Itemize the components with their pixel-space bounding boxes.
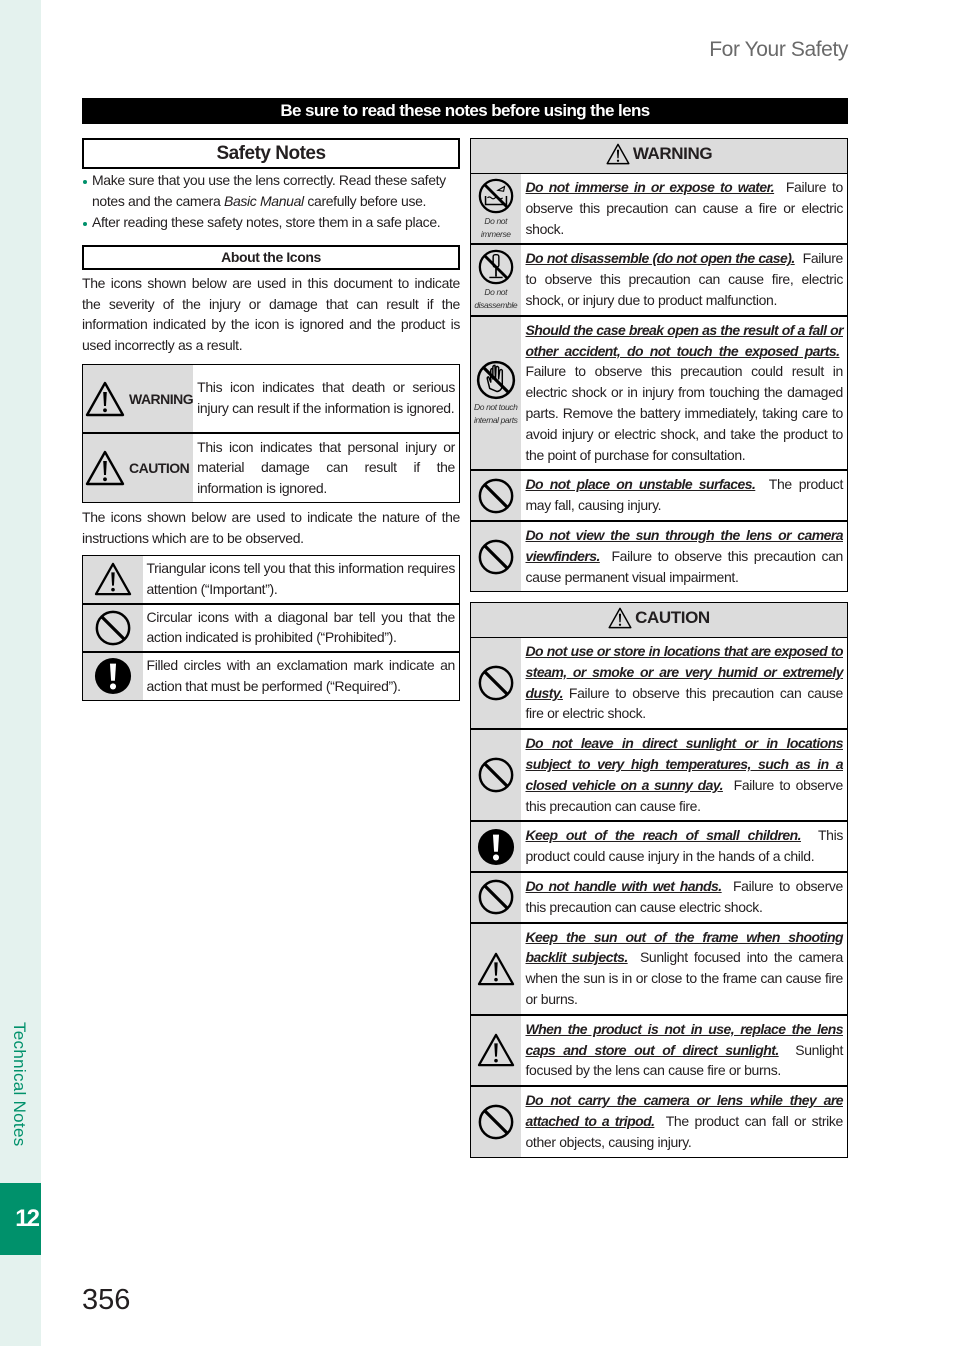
severity-table: WARNING This icon indicates that death o…: [82, 363, 460, 503]
required-icon: [477, 828, 515, 866]
banner-heading: Be sure to read these notes before using…: [82, 98, 848, 124]
icon-legend-row: Circular icons with a diagonal bar tell …: [82, 602, 460, 653]
prohibited-icon: [477, 1103, 515, 1141]
warning-triangle-icon: [85, 381, 125, 417]
page-number: 356: [82, 1284, 131, 1316]
severity-icon-cell: CAUTION: [82, 432, 194, 503]
manual-title: Basic Manual: [223, 193, 304, 209]
warning-text: Failure to observe this precaution could…: [525, 363, 844, 463]
bullet-text: carefully before use.: [303, 193, 427, 209]
caution-triangle-icon: [608, 607, 632, 629]
prohibited-icon: [477, 664, 515, 702]
safety-notes-title: Safety Notes: [82, 138, 460, 169]
icon-legend-row: Triangular icons tell you that this info…: [82, 555, 460, 604]
caution-item: Keep the sun out of the frame when shoot…: [470, 921, 848, 1015]
caution-text: Failure to observe this precaution can c…: [525, 684, 844, 722]
caution-section: CAUTION Do not use or store in locations…: [470, 602, 848, 1158]
prohibited-icon: [477, 878, 515, 916]
warning-table: WARNING Do not immerse Do not immerse in…: [470, 138, 848, 593]
icon-caption: Do not immerse: [480, 215, 511, 239]
prohibited-icon: [477, 477, 515, 515]
caution-item: Keep out of the reach of small children.…: [470, 820, 848, 872]
severity-label: WARNING: [129, 390, 194, 407]
bullet-item: Make sure that you use the lens correctl…: [82, 170, 460, 212]
caution-title: CAUTION: [635, 607, 710, 627]
icon-legend-text: Filled circles with an exclamation mark …: [142, 651, 460, 701]
icon-legend-text: Triangular icons tell you that this info…: [146, 560, 456, 597]
icon-caption: Do not disassemble: [474, 287, 518, 311]
warning-lead: Do not disassemble (do not open the case…: [525, 250, 796, 267]
caution-item: Do not use or store in locations that ar…: [470, 637, 848, 730]
do-not-disassemble-icon: [477, 248, 515, 286]
caution-lead: Do not handle with wet hands.: [525, 877, 723, 894]
severity-label: CAUTION: [129, 460, 190, 477]
caution-header: CAUTION: [470, 602, 848, 638]
bullet-text: After reading these safety notes, store …: [92, 214, 441, 230]
icon-caption: Do not touch internal parts: [473, 402, 518, 426]
instruction-icons-table: Triangular icons tell you that this info…: [82, 555, 460, 701]
safety-bullets: Make sure that you use the lens correctl…: [82, 170, 460, 233]
about-icons-title: About the Icons: [82, 245, 460, 270]
severity-icon-cell: WARNING: [82, 364, 194, 434]
side-tab-label[interactable]: Technical Notes: [9, 1022, 29, 1147]
severity-description: This icon indicates that personal injury…: [193, 432, 460, 503]
severity-row-warning: WARNING This icon indicates that death o…: [82, 364, 460, 434]
running-head: For Your Safety: [709, 38, 848, 61]
warning-lead: Do not immerse in or expose to water.: [525, 179, 775, 195]
severity-row-caution: CAUTION This icon indicates that persona…: [82, 432, 460, 503]
left-column: Safety Notes Make sure that you use the …: [82, 138, 460, 701]
warning-item: Do not view the sun through the lens or …: [470, 519, 848, 592]
about-icons-paragraph: The icons shown below are used in this d…: [82, 275, 460, 354]
prohibited-icon: [477, 756, 515, 794]
warning-title: WARNING: [632, 143, 713, 163]
chapter-number-tab[interactable]: 12: [0, 1183, 41, 1255]
triangle-exclamation-icon: [477, 1033, 515, 1067]
caution-lead: Keep out of the reach of small children.: [525, 827, 802, 844]
caution-item: When the product is not in use, replace …: [470, 1013, 848, 1087]
warning-lead: Should the case break open as the result…: [525, 321, 844, 359]
caution-item: Do not carry the camera or lens while th…: [470, 1085, 848, 1158]
warning-triangle-icon: [606, 143, 630, 165]
caution-item: Do not handle with wet hands. Failure to…: [470, 870, 848, 923]
icon-legend-text: Circular icons with a diagonal bar tell …: [142, 602, 460, 653]
warning-section: WARNING Do not immerse Do not immerse in…: [470, 138, 848, 593]
warning-item: Do not disassemble Do not disassemble (d…: [470, 243, 848, 316]
warning-header: WARNING: [470, 138, 848, 174]
warning-item: Do not immerse Do not immerse in or expo…: [470, 173, 848, 245]
severity-description: This icon indicates that death or seriou…: [197, 379, 455, 417]
icon-legend-row: Filled circles with an exclamation mark …: [82, 651, 460, 701]
prohibited-icon: [477, 538, 515, 576]
caution-table: CAUTION Do not use or store in locations…: [470, 602, 848, 1158]
triangle-exclamation-icon: [477, 952, 515, 986]
warning-item: Do not touch internal parts Should the c…: [470, 314, 848, 471]
warning-item: Do not place on unstable surfaces. The p…: [470, 469, 848, 521]
do-not-touch-icon: [475, 359, 517, 401]
do-not-immerse-icon: [477, 177, 515, 215]
required-icon: [94, 657, 132, 695]
triangle-exclamation-icon: [94, 562, 132, 596]
warning-lead: Do not place on unstable surfaces.: [525, 476, 756, 493]
prohibited-icon: [94, 609, 132, 647]
caution-triangle-icon: [85, 450, 125, 486]
nature-paragraph: The icons shown below are used to indica…: [82, 508, 460, 546]
caution-item: Do not leave in direct sunlight or in lo…: [470, 728, 848, 822]
bullet-item: After reading these safety notes, store …: [82, 212, 460, 233]
